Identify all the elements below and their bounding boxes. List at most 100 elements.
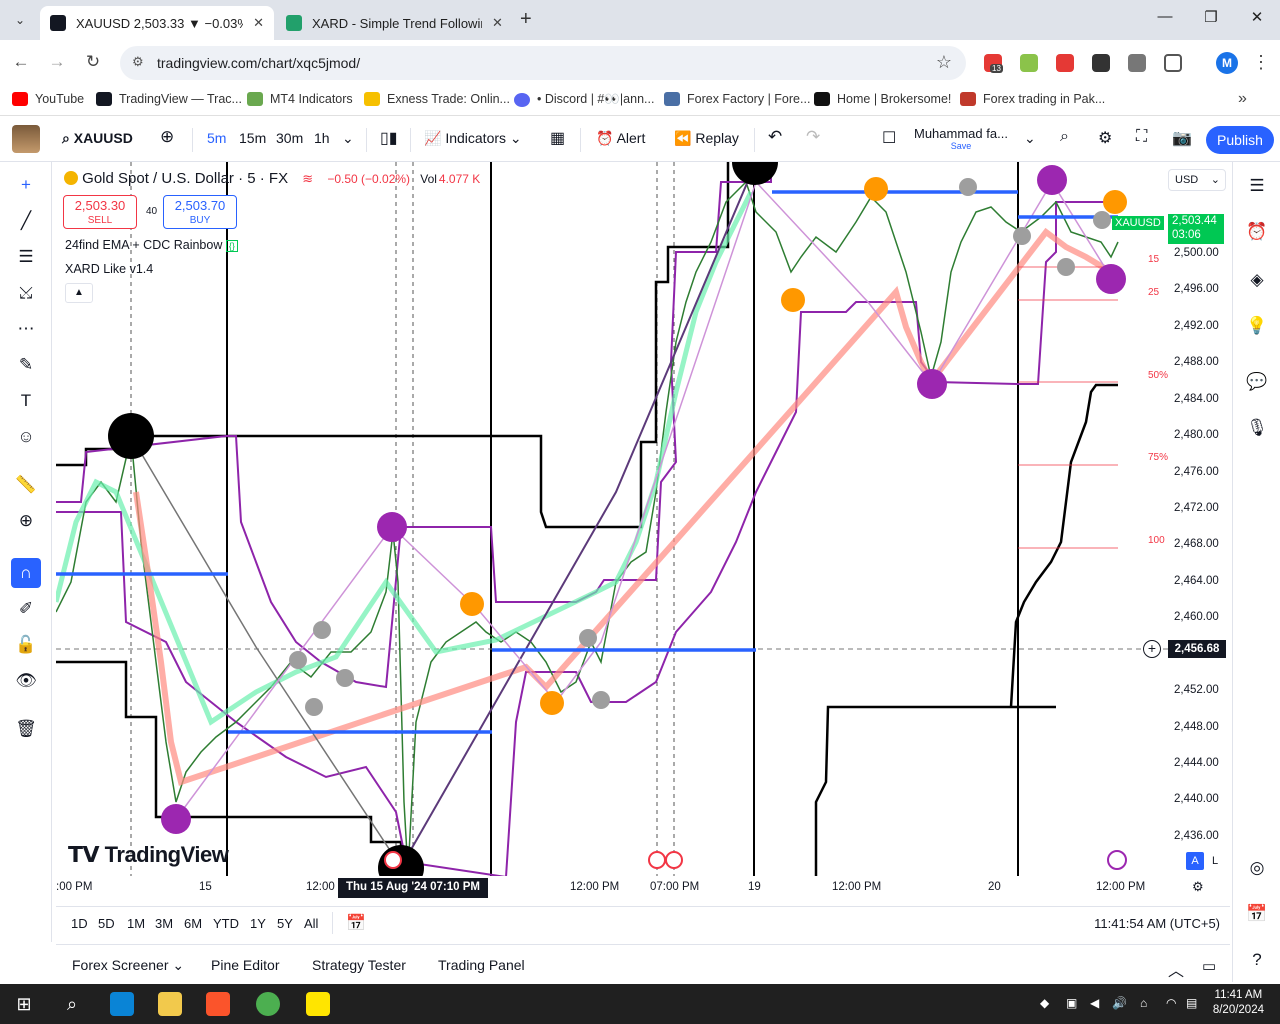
log-scale-button[interactable]: L <box>1208 852 1222 870</box>
browser-tab[interactable]: XARD - Simple Trend Following ✕ <box>276 6 514 40</box>
fullscreen-icon[interactable]: ⛶ <box>1136 128 1147 146</box>
fib-retracement-icon[interactable]: ⋯ <box>11 314 41 344</box>
bookmark-tradingview[interactable]: TradingView — Trac... <box>96 92 242 106</box>
ruler-icon[interactable]: 📏 <box>11 470 41 500</box>
tray-app-icon[interactable]: ◀ <box>1090 996 1099 1010</box>
eye-icon[interactable]: 👁 <box>11 666 41 696</box>
minimize-icon[interactable]: — <box>1150 8 1180 25</box>
url-omnibox[interactable]: ⚙ tradingview.com/chart/xqc5jmod/ ☆ <box>120 46 966 80</box>
range-1y[interactable]: 1Y <box>250 916 266 931</box>
bookmark-exness[interactable]: Exness Trade: Onlin... <box>364 92 510 106</box>
time-axis[interactable]: :00 PM 15 12:00 Thu 15 Aug '24 07:10 PM … <box>56 876 1230 900</box>
url-text[interactable]: tradingview.com/chart/xqc5jmod/ <box>157 55 360 71</box>
expand-panel-icon[interactable]: ︿ <box>1168 957 1184 981</box>
range-6m[interactable]: 6M <box>184 916 202 931</box>
close-window-icon[interactable]: ✕ <box>1242 8 1272 26</box>
tab-forex-screener[interactable]: Forex Screener ⌄ <box>72 957 184 974</box>
price-axis[interactable]: 2,503.44 03:06 2,500.00 2,496.00 2,492.0… <box>1168 162 1230 908</box>
tab-pine-editor[interactable]: Pine Editor <box>211 957 279 973</box>
interval-15m[interactable]: 15m <box>239 130 266 146</box>
quick-search-icon[interactable]: ⌕ <box>1060 128 1069 146</box>
chrome-icon[interactable] <box>256 992 280 1016</box>
watchlist-icon[interactable]: ☰ <box>1243 172 1271 200</box>
object-tree-icon[interactable]: ◈ <box>1243 266 1271 294</box>
close-tab-icon[interactable]: ✕ <box>492 15 503 31</box>
currency-selector[interactable]: USD ⌄ <box>1168 169 1226 191</box>
range-1d[interactable]: 1D <box>71 916 88 931</box>
range-5d[interactable]: 5D <box>98 916 115 931</box>
auto-scale-button[interactable]: A <box>1186 852 1204 870</box>
extension-icon[interactable] <box>1056 54 1074 72</box>
snapshot-camera-icon[interactable]: 📷 <box>1172 128 1192 148</box>
site-info-icon[interactable]: ⚙ <box>132 54 144 70</box>
crosshair-icon[interactable]: + <box>11 170 41 200</box>
alert-button[interactable]: ⏰ Alert <box>596 130 645 147</box>
brave-icon[interactable] <box>206 992 230 1016</box>
buy-button[interactable]: 2,503.70 BUY <box>163 195 237 229</box>
range-ytd[interactable]: YTD <box>213 916 239 931</box>
wifi-icon[interactable]: ◠ <box>1166 996 1176 1010</box>
interval-dropdown-icon[interactable]: ⌄ <box>342 130 354 147</box>
interval-1h[interactable]: 1h <box>314 130 330 146</box>
dom-icon[interactable]: ◎ <box>1243 854 1271 882</box>
restore-icon[interactable]: ❐ <box>1196 8 1226 26</box>
browser-menu-icon[interactable]: ⋮ <box>1252 52 1270 73</box>
candle-type-icon[interactable]: ▯▮ <box>380 128 398 148</box>
bookmark-forexfactory[interactable]: Forex Factory | Fore... <box>664 92 810 106</box>
new-tab-icon[interactable]: + <box>520 8 532 31</box>
bookmark-forex-pak[interactable]: Forex trading in Pak... <box>960 92 1105 106</box>
extension-icon[interactable] <box>1128 54 1146 72</box>
settings-gear-icon[interactable]: ⚙ <box>1098 128 1112 148</box>
bookmark-brokersome[interactable]: Home | Brokersome! <box>814 92 951 106</box>
tray-app-icon[interactable]: ▣ <box>1066 996 1077 1010</box>
help-icon[interactable]: ? <box>1243 946 1271 974</box>
tray-app-icon[interactable]: ◆ <box>1040 996 1049 1010</box>
tab-trading-panel[interactable]: Trading Panel <box>438 957 525 973</box>
tab-strategy-tester[interactable]: Strategy Tester <box>312 957 406 973</box>
tab-search-icon[interactable]: ⌄ <box>8 8 32 32</box>
publish-button[interactable]: Publish <box>1206 126 1274 154</box>
exness-app-icon[interactable] <box>306 992 330 1016</box>
range-3m[interactable]: 3M <box>155 916 173 931</box>
file-explorer-icon[interactable] <box>158 992 182 1016</box>
network-icon[interactable]: ⌂ <box>1140 996 1147 1010</box>
reload-icon[interactable]: ↻ <box>82 52 104 72</box>
add-alert-plus-icon[interactable]: + <box>1143 640 1161 658</box>
bookmark-mt4[interactable]: MT4 Indicators <box>247 92 353 106</box>
pattern-icon[interactable]: ⤩ <box>11 278 41 308</box>
horizontal-lines-icon[interactable]: ☰ <box>11 242 41 272</box>
profile-avatar[interactable]: M <box>1216 52 1238 74</box>
timezone-clock[interactable]: 11:41:54 AM (UTC+5) <box>1094 916 1220 931</box>
trash-icon[interactable]: 🗑 <box>11 714 41 744</box>
text-tool-icon[interactable]: T <box>11 386 41 416</box>
layout-checkbox-icon[interactable]: ☐ <box>882 128 896 148</box>
replay-button[interactable]: ⏪ Replay <box>674 130 739 147</box>
symbol-title[interactable]: Gold Spot / U.S. Dollar · 5 · FX <box>82 170 288 187</box>
magnet-icon[interactable]: ∩ <box>11 558 41 588</box>
chart-canvas[interactable] <box>56 162 1230 908</box>
brush-icon[interactable]: ✎ <box>11 350 41 380</box>
extension-icon[interactable] <box>1020 54 1038 72</box>
range-all[interactable]: All <box>304 916 318 931</box>
edge-icon[interactable] <box>110 992 134 1016</box>
streams-icon[interactable]: 🎙 <box>1243 414 1271 442</box>
maximize-panel-icon[interactable]: ▭ <box>1202 957 1216 975</box>
interval-30m[interactable]: 30m <box>276 130 303 146</box>
compare-symbol-icon[interactable]: ⊕ <box>160 127 174 147</box>
user-avatar[interactable] <box>12 125 40 153</box>
trend-line-icon[interactable]: ╱ <box>11 206 41 236</box>
back-icon[interactable]: ← <box>10 52 32 72</box>
windows-start-icon[interactable]: ⊞ <box>12 992 36 1016</box>
interval-5m[interactable]: 5m <box>207 130 226 146</box>
bookmark-star-icon[interactable]: ☆ <box>936 52 952 73</box>
taskbar-search-icon[interactable]: ⌕ <box>60 992 84 1016</box>
taskbar-clock[interactable]: 11:41 AM 8/20/2024 <box>1213 988 1264 1018</box>
bookmarks-overflow-icon[interactable]: » <box>1238 90 1247 108</box>
indicators-button[interactable]: 📈 Indicators ⌄ <box>424 130 522 147</box>
redo-icon[interactable]: ↷ <box>806 127 820 147</box>
emoji-icon[interactable]: ☺ <box>11 422 41 452</box>
lock-icon[interactable]: 🔓 <box>11 630 41 660</box>
alerts-clock-icon[interactable]: ⏰ <box>1243 218 1271 246</box>
layouts-grid-icon[interactable]: ▦ <box>550 128 565 148</box>
zoom-in-icon[interactable]: ⊕ <box>11 506 41 536</box>
